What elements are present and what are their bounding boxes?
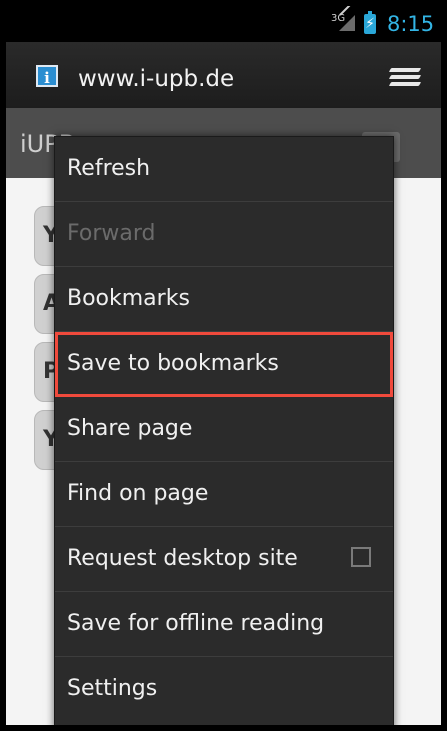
menu-item-request-desktop-site[interactable]: Request desktop site [55, 527, 393, 592]
url-text[interactable]: www.i-upb.de [78, 66, 234, 92]
menu-item-label: Find on page [67, 481, 209, 506]
tabs-icon[interactable] [388, 68, 422, 90]
menu-item-label: Bookmarks [67, 286, 190, 311]
menu-item-label: Request desktop site [67, 546, 298, 571]
menu-item-label: Forward [67, 221, 156, 246]
browser-url-bar: i www.i-upb.de [6, 42, 441, 109]
status-bar: 3G ⚡ 8:15 [6, 6, 441, 42]
menu-item-forward: Forward [55, 202, 393, 267]
menu-item-label: Save for offline reading [67, 611, 325, 636]
menu-item-share-page[interactable]: Share page [55, 397, 393, 462]
menu-item-label: Save to bookmarks [67, 351, 279, 376]
menu-item-label: Share page [67, 416, 193, 441]
signal-icon [339, 15, 355, 31]
browser-overflow-menu: Refresh Forward Bookmarks Save to bookma… [54, 136, 394, 725]
status-time: 8:15 [387, 12, 435, 36]
battery-charging-icon: ⚡ [364, 11, 376, 34]
menu-item-save-to-bookmarks[interactable]: Save to bookmarks [55, 332, 393, 397]
menu-item-bookmarks[interactable]: Bookmarks [55, 267, 393, 332]
menu-item-refresh[interactable]: Refresh [55, 137, 393, 202]
menu-item-settings[interactable]: Settings [55, 657, 393, 722]
desktop-site-checkbox[interactable] [351, 547, 371, 567]
menu-item-find-on-page[interactable]: Find on page [55, 462, 393, 527]
phone-screen: 3G ⚡ 8:15 i www.i-upb.de iUPB Y A P Y Re… [6, 6, 441, 725]
menu-item-save-offline[interactable]: Save for offline reading [55, 592, 393, 657]
menu-item-label: Settings [67, 676, 158, 701]
site-info-icon[interactable]: i [36, 65, 58, 87]
menu-item-label: Refresh [67, 156, 151, 181]
